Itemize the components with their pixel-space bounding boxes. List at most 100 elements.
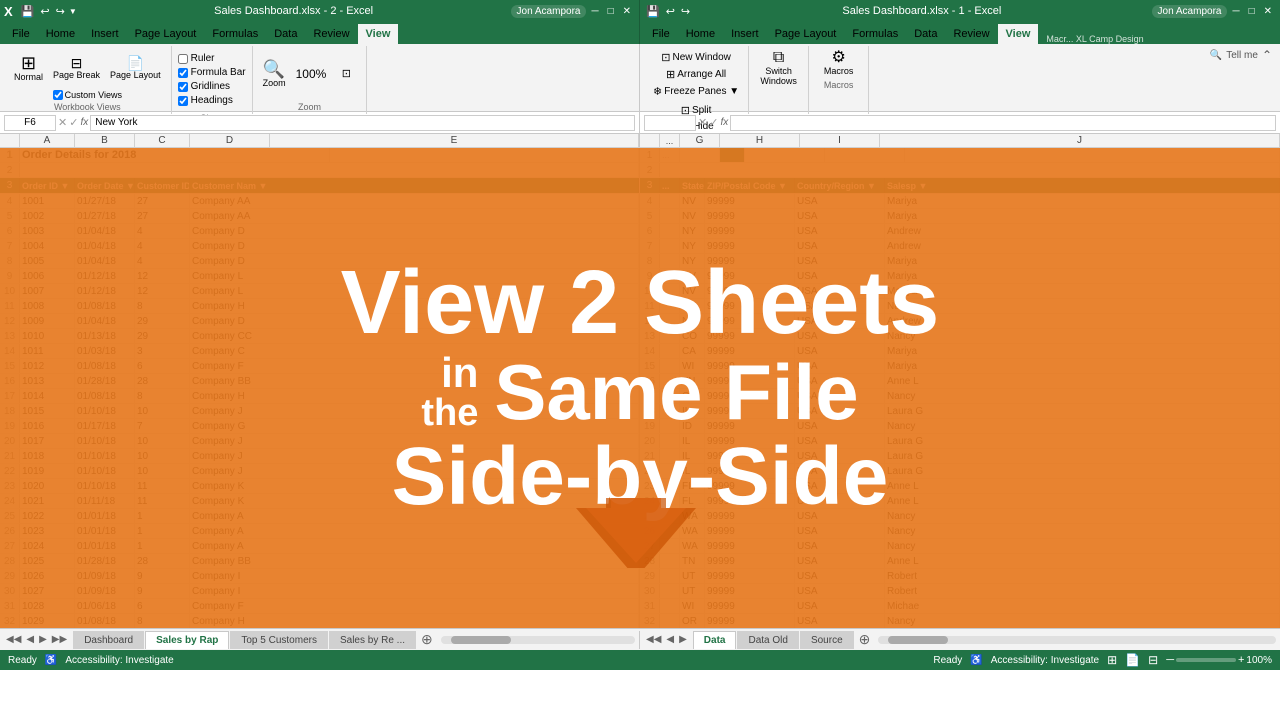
customer-name-cell[interactable]: Company I xyxy=(190,569,639,583)
left-scrollbar-thumb[interactable] xyxy=(451,636,511,644)
customer-name-cell[interactable]: Company CC xyxy=(190,329,639,343)
sales-cell[interactable]: Mariya xyxy=(885,344,1280,358)
country-cell[interactable]: USA xyxy=(795,464,885,478)
order-date-cell[interactable]: 01/10/18 xyxy=(75,464,135,478)
zip-cell[interactable]: 99999 xyxy=(705,614,795,628)
order-id-cell[interactable]: 1009 xyxy=(20,314,75,328)
order-date-cell[interactable]: 01/08/18 xyxy=(75,359,135,373)
right-tab-formulas[interactable]: Formulas xyxy=(844,24,906,44)
left-tab-top5[interactable]: Top 5 Customers xyxy=(230,631,328,649)
country-cell[interactable]: USA xyxy=(795,359,885,373)
switch-windows-btn[interactable]: ⧉ Switch Windows xyxy=(756,48,801,88)
left-tab-next-btn[interactable]: ▶ xyxy=(37,634,49,645)
order-date-cell[interactable]: 01/11/18 xyxy=(75,494,135,508)
customer-id-cell[interactable]: 9 xyxy=(135,569,190,583)
state-cell[interactable]: IL xyxy=(680,464,705,478)
right-formula-input[interactable] xyxy=(730,115,1276,131)
state-cell[interactable]: NY xyxy=(680,254,705,268)
zoom-selection-btn[interactable]: ⊡ xyxy=(332,67,360,82)
zip-cell[interactable]: 99999 xyxy=(705,509,795,523)
left-scrollbar-track[interactable] xyxy=(441,636,635,644)
country-cell[interactable]: USA xyxy=(795,569,885,583)
order-date-cell[interactable]: 01/28/18 xyxy=(75,554,135,568)
headings-checkbox[interactable] xyxy=(178,96,188,106)
order-id-cell[interactable]: 1001 xyxy=(20,194,75,208)
sales-cell[interactable]: Nancy xyxy=(885,329,1280,343)
view-break-icon[interactable]: ⊟ xyxy=(1148,653,1158,667)
customer-name-cell[interactable]: Company L xyxy=(190,284,639,298)
order-id-cell[interactable]: 1028 xyxy=(20,599,75,613)
state-cell[interactable]: UT xyxy=(680,569,705,583)
order-id-cell[interactable]: 1012 xyxy=(20,359,75,373)
ruler-checkbox[interactable] xyxy=(178,54,188,64)
zip-cell[interactable]: 99999 xyxy=(705,374,795,388)
customer-name-cell[interactable]: Company A xyxy=(190,539,639,553)
zip-cell[interactable]: 99999 xyxy=(705,389,795,403)
sales-cell[interactable]: Nancy xyxy=(885,539,1280,553)
customer-id-cell[interactable]: 4 xyxy=(135,254,190,268)
left-tab-first-btn[interactable]: ◀◀ xyxy=(4,634,23,645)
state-cell[interactable]: NY xyxy=(680,224,705,238)
zip-cell[interactable]: 99999 xyxy=(705,314,795,328)
order-date-cell[interactable]: 01/08/18 xyxy=(75,614,135,628)
customer-name-cell[interactable]: Company J xyxy=(190,449,639,463)
zip-cell[interactable]: 99999 xyxy=(705,359,795,373)
country-cell[interactable]: USA xyxy=(795,614,885,628)
left-col-b[interactable]: B xyxy=(75,134,135,147)
zip-cell[interactable]: 99999 xyxy=(705,254,795,268)
right-tab-insert[interactable]: Insert xyxy=(723,24,767,44)
customer-name-cell[interactable]: Company D xyxy=(190,314,639,328)
redo-icon[interactable]: ↪ xyxy=(54,4,67,19)
right-col-g[interactable]: G xyxy=(680,134,720,147)
sales-cell[interactable]: Nancy xyxy=(885,524,1280,538)
zip-cell[interactable]: 99999 xyxy=(705,224,795,238)
left-add-sheet-btn[interactable]: ⊕ xyxy=(417,631,437,648)
order-date-cell[interactable]: 01/12/18 xyxy=(75,284,135,298)
customer-id-cell[interactable]: 12 xyxy=(135,269,190,283)
state-cell[interactable]: CO xyxy=(680,329,705,343)
order-date-cell[interactable]: 01/04/18 xyxy=(75,254,135,268)
left-col-e[interactable]: E xyxy=(270,134,639,147)
country-cell[interactable]: USA xyxy=(795,254,885,268)
order-date-cell[interactable]: 01/04/18 xyxy=(75,239,135,253)
customer-name-cell[interactable]: Company H xyxy=(190,299,639,313)
order-date-cell[interactable]: 01/10/18 xyxy=(75,479,135,493)
order-date-cell[interactable]: 01/04/18 xyxy=(75,314,135,328)
sales-cell[interactable]: Andrew xyxy=(885,224,1280,238)
right-tab-next-btn[interactable]: ▶ xyxy=(677,634,689,645)
qa-dropdown-icon[interactable]: ▼ xyxy=(69,7,77,16)
zip-cell[interactable]: 99999 xyxy=(705,569,795,583)
sales-cell[interactable]: Anne L xyxy=(885,554,1280,568)
sales-cell[interactable]: Michae xyxy=(885,599,1280,613)
sales-cell[interactable]: Laura G xyxy=(885,464,1280,478)
left-tab-review[interactable]: Review xyxy=(305,24,357,44)
customer-id-cell[interactable]: 10 xyxy=(135,464,190,478)
sales-cell[interactable]: Mariya xyxy=(885,284,1280,298)
zoom-slider[interactable] xyxy=(1176,658,1236,662)
order-date-cell[interactable]: 01/10/18 xyxy=(75,404,135,418)
order-id-cell[interactable]: 1013 xyxy=(20,374,75,388)
customer-id-cell[interactable]: 11 xyxy=(135,479,190,493)
sales-cell[interactable]: Nancy xyxy=(885,509,1280,523)
left-tab-formulas[interactable]: Formulas xyxy=(204,24,266,44)
right-undo-icon[interactable]: ↩ xyxy=(664,4,677,19)
sales-cell[interactable]: Robert xyxy=(885,584,1280,598)
customer-name-cell[interactable]: Company I xyxy=(190,584,639,598)
order-id-cell[interactable]: 1015 xyxy=(20,404,75,418)
zip-cell[interactable]: 99999 xyxy=(705,299,795,313)
state-cell[interactable]: NV xyxy=(680,194,705,208)
order-date-cell[interactable]: 01/27/18 xyxy=(75,194,135,208)
zip-cell[interactable]: 99999 xyxy=(705,599,795,613)
order-date-cell[interactable]: 01/01/18 xyxy=(75,539,135,553)
right-col-i[interactable]: I xyxy=(800,134,880,147)
customer-name-cell[interactable]: Company J xyxy=(190,404,639,418)
order-date-cell[interactable]: 01/17/18 xyxy=(75,419,135,433)
right-tab-source[interactable]: Source xyxy=(800,631,854,649)
sales-cell[interactable]: Mariya xyxy=(885,194,1280,208)
left-tab-sales-by-rap[interactable]: Sales by Rap xyxy=(145,631,229,649)
state-cell[interactable]: NV xyxy=(680,284,705,298)
state-cell[interactable]: NV xyxy=(680,209,705,223)
customer-id-cell[interactable]: 27 xyxy=(135,194,190,208)
customer-id-cell[interactable]: 1 xyxy=(135,509,190,523)
order-date-cell[interactable]: 01/06/18 xyxy=(75,599,135,613)
